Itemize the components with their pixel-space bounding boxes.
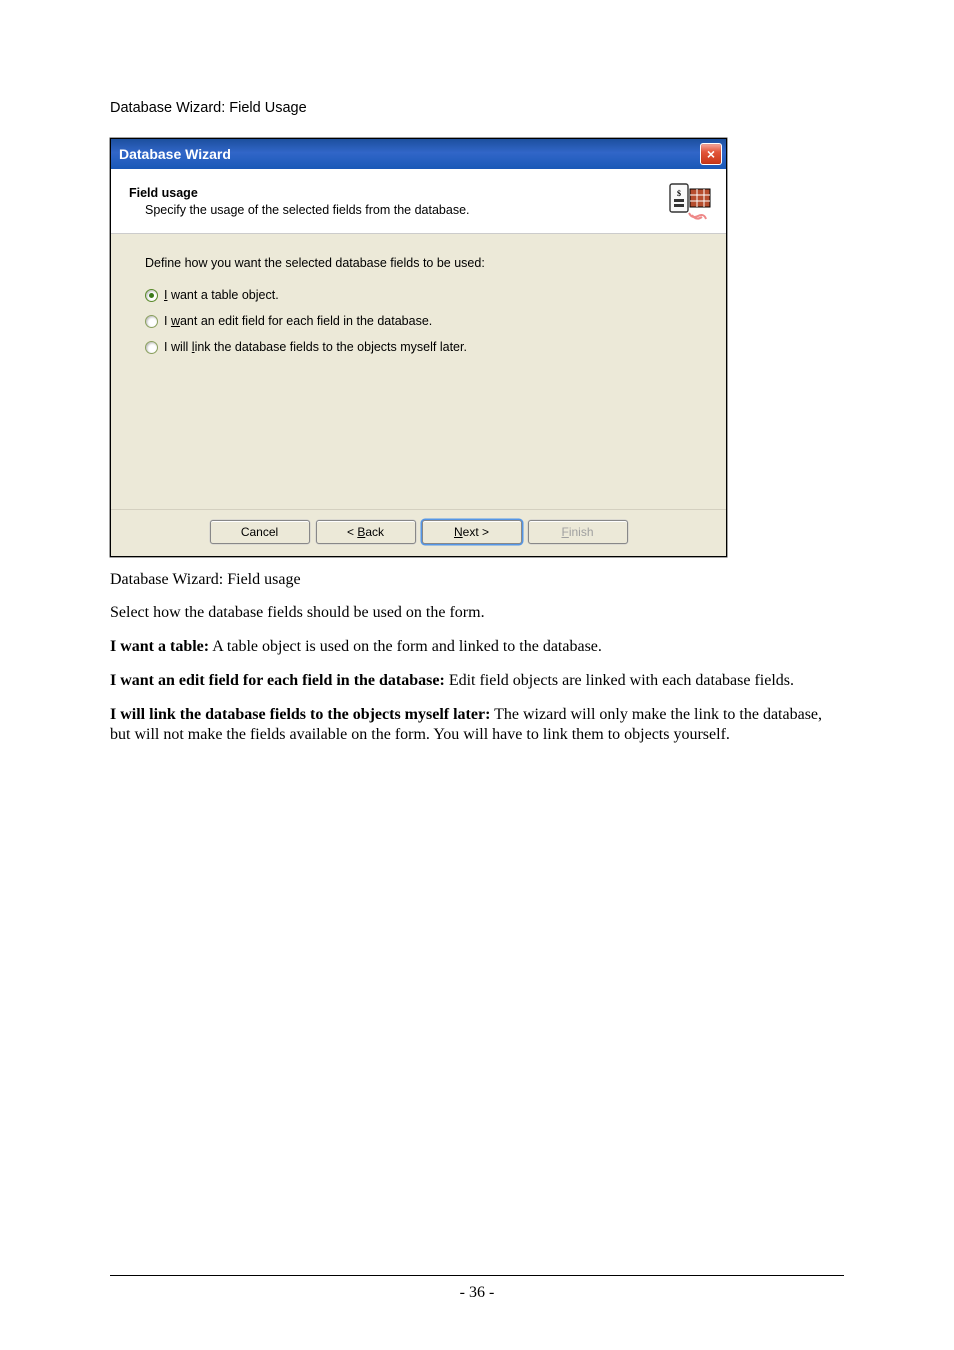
paragraph-table: I want a table: A table object is used o… xyxy=(110,637,844,657)
radio-option-link-later[interactable]: I will link the database fields to the o… xyxy=(145,340,692,354)
radio-option-table[interactable]: I want a table object. xyxy=(145,288,692,302)
close-button[interactable]: × xyxy=(700,143,722,165)
header-title: Field usage xyxy=(129,186,668,200)
paragraph-link-later: I will link the database fields to the o… xyxy=(110,705,844,745)
para-bold: I want an edit field for each field in t… xyxy=(110,672,445,689)
wizard-dialog: Database Wizard × Field usage Specify th… xyxy=(110,138,727,557)
wizard-icon: $ xyxy=(668,181,712,221)
dialog-body: Define how you want the selected databas… xyxy=(111,234,726,509)
radio-option-edit-field[interactable]: I want an edit field for each field in t… xyxy=(145,314,692,328)
back-button[interactable]: < Back xyxy=(316,520,416,544)
header-text-block: Field usage Specify the usage of the sel… xyxy=(129,186,668,217)
page-number: - 36 - xyxy=(460,1284,495,1301)
cancel-button[interactable]: Cancel xyxy=(210,520,310,544)
radio-icon xyxy=(145,315,158,328)
paragraph-edit-field: I want an edit field for each field in t… xyxy=(110,671,844,691)
paragraph-intro: Select how the database fields should be… xyxy=(110,603,844,623)
radio-icon xyxy=(145,341,158,354)
para-bold: I want a table: xyxy=(110,638,209,655)
para-text: A table object is used on the form and l… xyxy=(209,638,602,655)
radio-icon xyxy=(145,289,158,302)
svg-text:$: $ xyxy=(677,189,681,198)
para-bold: I will link the database fields to the o… xyxy=(110,706,490,723)
dialog-titlebar: Database Wizard × xyxy=(111,139,726,169)
header-subtitle: Specify the usage of the selected fields… xyxy=(145,203,668,217)
radio-label: I will link the database fields to the o… xyxy=(164,340,467,354)
radio-group: I want a table object. I want an edit fi… xyxy=(145,288,692,354)
section-heading: Database Wizard: Field Usage xyxy=(110,100,844,116)
finish-button: Finish xyxy=(528,520,628,544)
para-text: Edit field objects are linked with each … xyxy=(445,672,794,689)
page-footer: - 36 - xyxy=(110,1275,844,1302)
dialog-title: Database Wizard xyxy=(119,146,231,162)
figure-caption: Database Wizard: Field usage xyxy=(110,571,844,589)
radio-label: I want an edit field for each field in t… xyxy=(164,314,432,328)
dialog-header: Field usage Specify the usage of the sel… xyxy=(111,169,726,234)
next-button[interactable]: Next > xyxy=(422,520,522,544)
radio-label: I want a table object. xyxy=(164,288,279,302)
close-icon: × xyxy=(707,147,715,161)
dialog-footer: Cancel < Back Next > Finish xyxy=(111,509,726,556)
body-instruction: Define how you want the selected databas… xyxy=(145,256,692,270)
